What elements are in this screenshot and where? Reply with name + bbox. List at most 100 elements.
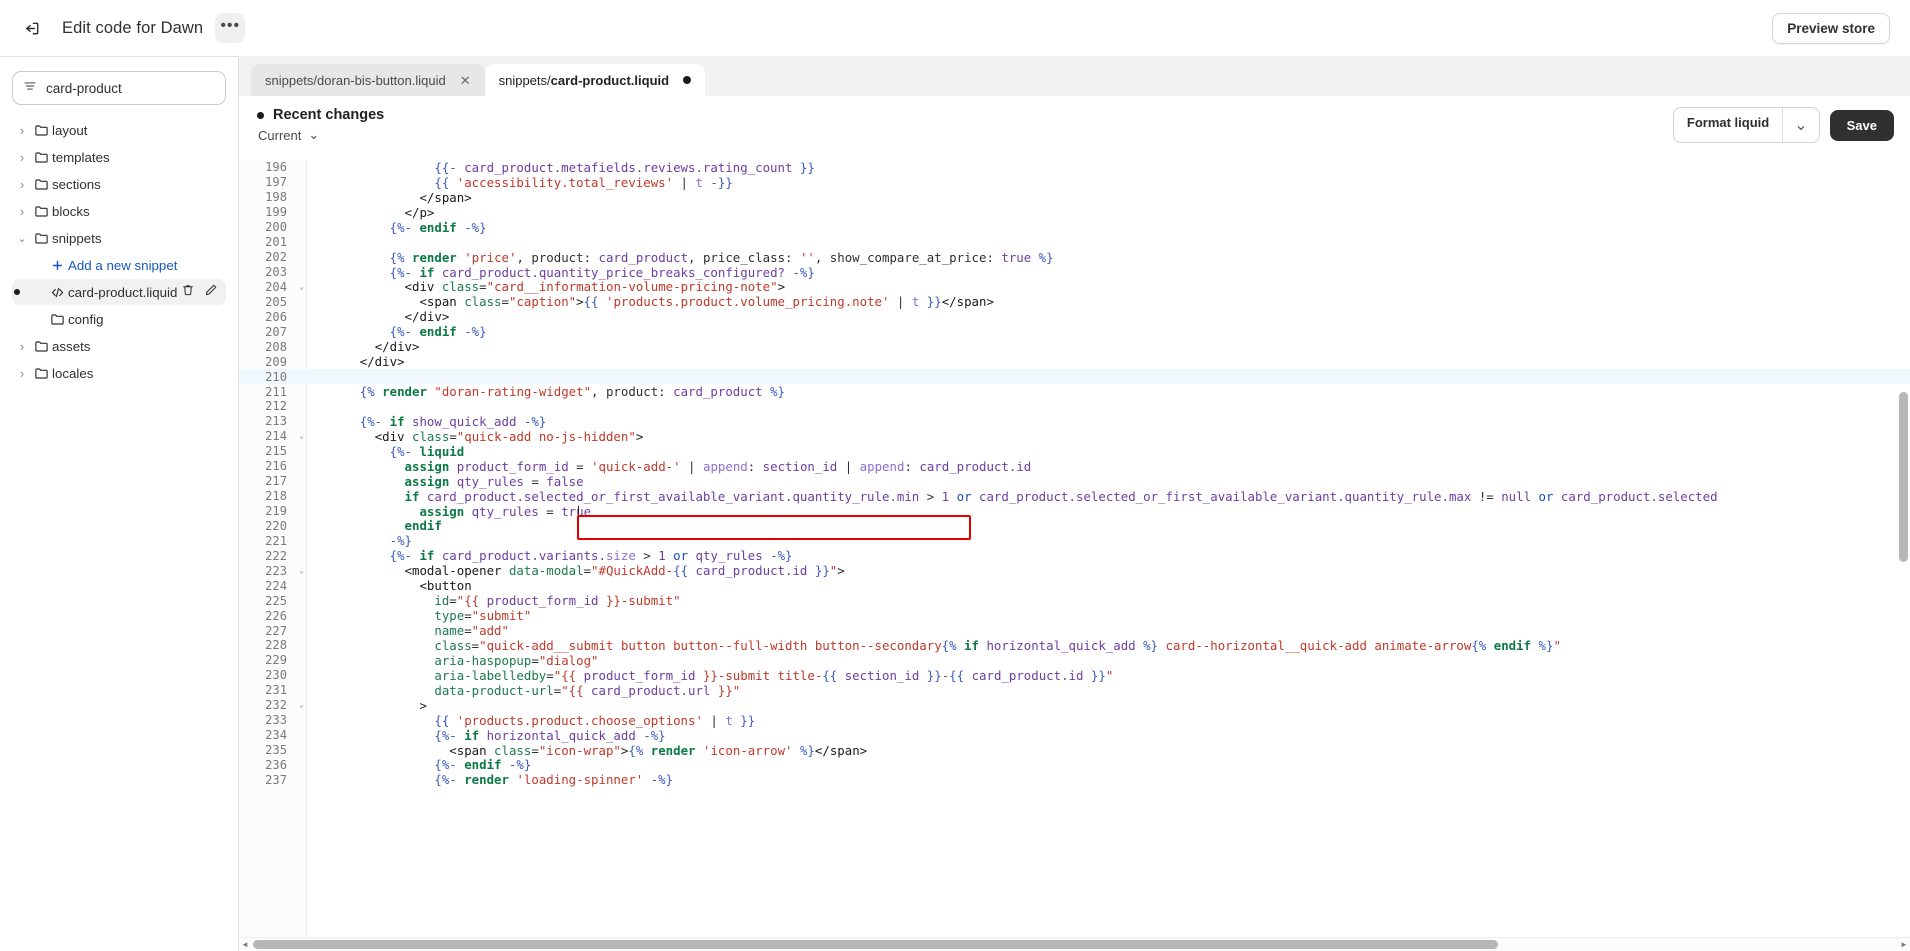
- code-line[interactable]: 203 {%- if card_product.quantity_price_b…: [239, 265, 1910, 280]
- code-line[interactable]: 236 {%- endif -%}: [239, 757, 1910, 772]
- sidebar-item-assets[interactable]: › assets: [12, 333, 226, 359]
- sidebar-item-label: sections: [52, 176, 101, 192]
- code-line-text: aria-labelledby="{{ product_form_id }}-s…: [434, 667, 1114, 683]
- code-line[interactable]: 219 assign qty_rules = true: [239, 504, 1910, 519]
- code-line[interactable]: 224 <button: [239, 578, 1910, 593]
- code-lines[interactable]: 196 {{- card_product.metafields.reviews.…: [239, 160, 1910, 787]
- code-line-text: {{ 'accessibility.total_reviews' | t -}}: [434, 174, 733, 190]
- horizontal-scrollbar-thumb[interactable]: [253, 940, 1498, 949]
- code-line[interactable]: 221 -%}: [239, 533, 1910, 548]
- code-line[interactable]: 204 ⌄ <div class="card__information-volum…: [239, 279, 1910, 294]
- chevron-down-icon[interactable]: ⌄: [14, 232, 30, 245]
- line-number: 215: [265, 444, 287, 459]
- sidebar-item-snippets[interactable]: ⌄ snippets: [12, 225, 226, 251]
- sidebar-item-add-a-new-snippet[interactable]: Add a new snippet: [12, 252, 226, 278]
- code-line-text: </p>: [404, 204, 435, 220]
- code-line[interactable]: 197 {{ 'accessibility.total_reviews' | t…: [239, 175, 1910, 190]
- fold-toggle-icon[interactable]: ⌄: [296, 280, 307, 294]
- chevron-right-icon[interactable]: ›: [14, 204, 30, 219]
- code-line[interactable]: 208 </div>: [239, 339, 1910, 354]
- code-line[interactable]: 205 <span class="caption">{{ 'products.p…: [239, 294, 1910, 309]
- sidebar-item-blocks[interactable]: › blocks: [12, 198, 226, 224]
- exit-icon[interactable]: [14, 11, 48, 45]
- chevron-right-icon[interactable]: ›: [14, 123, 30, 138]
- preview-store-button[interactable]: Preview store: [1772, 12, 1890, 44]
- sidebar-item-sections[interactable]: › sections: [12, 171, 226, 197]
- code-line[interactable]: 227 name="add": [239, 623, 1910, 638]
- code-line[interactable]: 198 </span>: [239, 190, 1910, 205]
- sidebar-item-templates[interactable]: › templates: [12, 144, 226, 170]
- code-line[interactable]: 196 {{- card_product.metafields.reviews.…: [239, 160, 1910, 175]
- code-line[interactable]: 222 {%- if card_product.variants.size > …: [239, 548, 1910, 563]
- version-select[interactable]: Current ⌄: [257, 127, 384, 143]
- fold-toggle-icon[interactable]: ⌄: [296, 564, 307, 578]
- code-line[interactable]: 209 </div>: [239, 354, 1910, 369]
- code-line[interactable]: 213 {%- if show_quick_add -%}: [239, 414, 1910, 429]
- pencil-icon[interactable]: [204, 283, 218, 302]
- line-number: 209: [265, 354, 287, 369]
- sidebar-item-label: templates: [52, 149, 110, 165]
- sidebar-item-card-product-liquid[interactable]: card-product.liquid: [12, 279, 226, 305]
- line-number: 222: [265, 548, 287, 563]
- code-line[interactable]: 206 </div>: [239, 309, 1910, 324]
- code-line[interactable]: 199 </p>: [239, 205, 1910, 220]
- code-line[interactable]: 234 {%- if horizontal_quick_add -%}: [239, 728, 1910, 743]
- code-line[interactable]: 217 assign qty_rules = false: [239, 474, 1910, 489]
- code-line[interactable]: 228 class="quick-add__submit button butt…: [239, 638, 1910, 653]
- vertical-scrollbar[interactable]: [1899, 392, 1908, 562]
- code-line[interactable]: 223 ⌄ <modal-opener data-modal="#QuickAdd…: [239, 563, 1910, 578]
- tab-doran-bis-button-liquid[interactable]: snippets/doran-bis-button.liquid ✕: [251, 64, 485, 96]
- code-line[interactable]: 212: [239, 399, 1910, 414]
- tab-file-name: card-product.liquid: [550, 72, 670, 88]
- code-line[interactable]: 233 {{ 'products.product.choose_options'…: [239, 713, 1910, 728]
- scroll-right-arrow[interactable]: ►: [1898, 940, 1910, 949]
- code-line[interactable]: 214 ⌄ <div class="quick-add no-js-hidden"…: [239, 429, 1910, 444]
- code-line[interactable]: 210: [239, 369, 1910, 385]
- sidebar-item-config[interactable]: config: [12, 306, 226, 332]
- chevron-right-icon[interactable]: ›: [14, 366, 30, 381]
- code-line[interactable]: 218 if card_product.selected_or_first_av…: [239, 489, 1910, 504]
- horizontal-scrollbar[interactable]: ◄ ►: [239, 937, 1910, 951]
- code-line-text: {%- if horizontal_quick_add -%}: [434, 727, 666, 743]
- code-line[interactable]: 201: [239, 235, 1910, 250]
- code-line[interactable]: 207 {%- endif -%}: [239, 324, 1910, 339]
- search-input[interactable]: card-product: [12, 71, 226, 105]
- code-scroll[interactable]: 196 {{- card_product.metafields.reviews.…: [239, 160, 1910, 951]
- code-line[interactable]: 215 {%- liquid: [239, 444, 1910, 459]
- code-line[interactable]: 226 type="submit": [239, 608, 1910, 623]
- code-line[interactable]: 202 {% render 'price', product: card_pro…: [239, 250, 1910, 265]
- code-line[interactable]: 235 <span class="icon-wrap">{% render 'i…: [239, 743, 1910, 758]
- close-icon[interactable]: ✕: [460, 74, 471, 87]
- save-button[interactable]: Save: [1829, 109, 1894, 141]
- scroll-left-arrow[interactable]: ◄: [239, 940, 251, 949]
- tab-card-product-liquid[interactable]: snippets/card-product.liquid: [484, 64, 706, 96]
- sidebar-item-label: blocks: [52, 203, 90, 219]
- sidebar-item-layout[interactable]: › layout: [12, 117, 226, 143]
- chevron-down-icon[interactable]: ⌄: [1783, 108, 1818, 142]
- code-line[interactable]: 220 endif: [239, 518, 1910, 533]
- code-line[interactable]: 232 ⌄ >: [239, 698, 1910, 713]
- code-line[interactable]: 216 assign product_form_id = 'quick-add-…: [239, 459, 1910, 474]
- code-line[interactable]: 211 {% render "doran-rating-widget", pro…: [239, 384, 1910, 399]
- code-line[interactable]: 200 {%- endif -%}: [239, 220, 1910, 235]
- chevron-right-icon[interactable]: ›: [14, 177, 30, 192]
- sidebar-item-locales[interactable]: › locales: [12, 360, 226, 386]
- code-line[interactable]: 231 data-product-url="{{ card_product.ur…: [239, 683, 1910, 698]
- folder-icon: [30, 177, 52, 192]
- code-line[interactable]: 225 id="{{ product_form_id }}-submit": [239, 593, 1910, 608]
- chevron-right-icon[interactable]: ›: [14, 150, 30, 165]
- line-number: 210: [265, 369, 287, 384]
- format-liquid-button[interactable]: Format liquid: [1674, 108, 1784, 142]
- code-line[interactable]: 230 aria-labelledby="{{ product_form_id …: [239, 668, 1910, 683]
- sidebar-item-label: snippets: [52, 230, 102, 246]
- fold-toggle-icon[interactable]: ⌄: [296, 429, 307, 443]
- fold-toggle-icon[interactable]: ⌄: [296, 698, 307, 712]
- recent-changes-row[interactable]: Recent changes: [257, 107, 384, 123]
- code-line[interactable]: 229 aria-haspopup="dialog": [239, 653, 1910, 668]
- code-area[interactable]: 196 {{- card_product.metafields.reviews.…: [239, 160, 1910, 951]
- chevron-right-icon[interactable]: ›: [14, 339, 30, 354]
- code-line[interactable]: 237 {%- render 'loading-spinner' -%}: [239, 772, 1910, 787]
- trash-icon[interactable]: [181, 283, 195, 302]
- code-line-text: {%- endif -%}: [389, 324, 487, 340]
- more-options-button[interactable]: •••: [215, 13, 246, 43]
